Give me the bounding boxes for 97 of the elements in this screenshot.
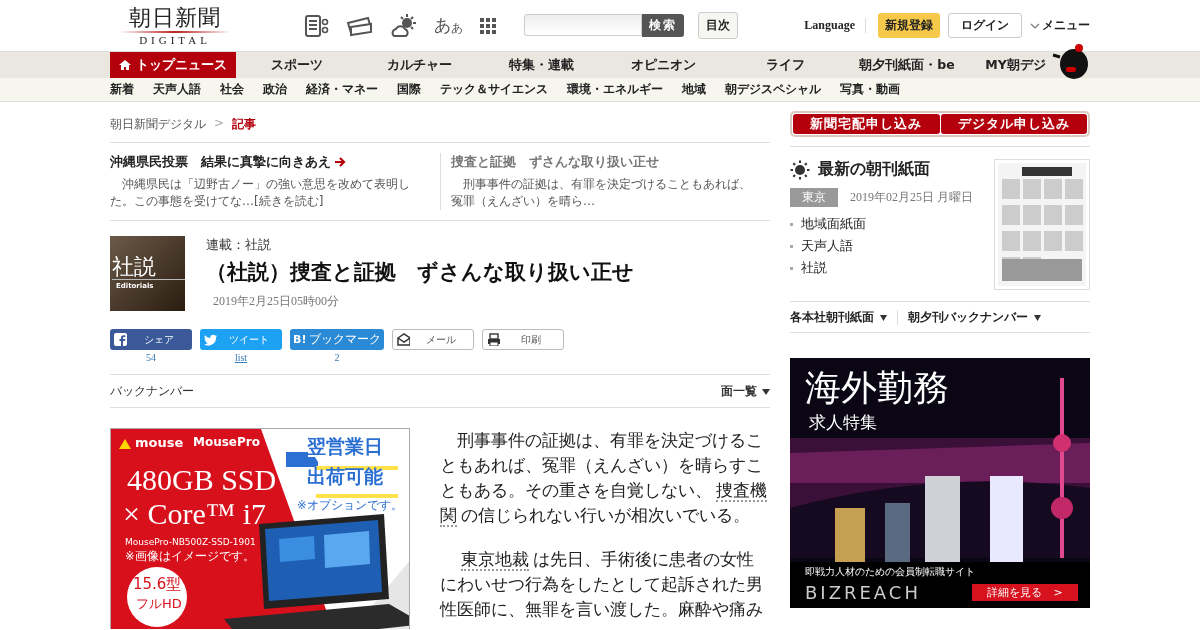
nav-tab[interactable]: カルチャー <box>358 52 480 78</box>
share-button[interactable]: B! ブックマーク <box>290 329 384 350</box>
subnav-link[interactable]: 社会 <box>220 81 244 98</box>
subnav-link[interactable]: 地域 <box>682 81 706 98</box>
paper-date: 2019年02月25日 月曜日 <box>850 189 973 206</box>
search-field[interactable] <box>524 14 642 36</box>
subnav-link[interactable]: 経済・マネー <box>306 81 378 98</box>
menu-button[interactable]: メニュー <box>1030 17 1090 34</box>
subnav-link[interactable]: 朝デジスペシャル <box>725 81 821 98</box>
series-label: 連載：社説 <box>206 236 272 254</box>
breadcrumb-separator: > <box>214 116 225 132</box>
paper-link[interactable]: 社説 <box>801 257 827 279</box>
related-article-title[interactable]: 捜査と証拠 ずさんな取り扱い正せ <box>451 153 760 171</box>
bullet-icon <box>790 266 793 270</box>
chevron-down-icon <box>1030 21 1040 30</box>
bird-icon <box>204 333 217 346</box>
term-link[interactable]: 関 <box>440 506 457 527</box>
triangle-down-icon <box>1034 314 1041 321</box>
article-date: 2019年2月25日05時00分 <box>212 293 340 310</box>
font-size-icon[interactable]: ああ <box>434 14 462 37</box>
subscribe-button[interactable]: デジタル申し込み <box>940 114 1087 134</box>
subnav-link[interactable]: 写真・動画 <box>840 81 900 98</box>
paper-link[interactable]: 地域面紙面 <box>801 213 866 235</box>
ad-headline: 翌営業日 <box>307 434 383 459</box>
page-list-toggle[interactable]: 面一覧 <box>721 383 770 400</box>
ad-brand: MousePro <box>193 435 260 449</box>
news-list-icon[interactable] <box>304 13 330 38</box>
advertisement[interactable]: mouse MousePro 翌営業日 出荷可能 ※オプションです。 480GB SSD × Core™ i7 MousePro-NB500Z-SSD-1901 ※画像はイメージです。 15.6型 フルHD <box>110 428 410 629</box>
ad-brand: mouse <box>135 435 184 450</box>
nav-tab[interactable]: スポーツ <box>236 52 358 78</box>
nav-tab[interactable]: ライフ <box>724 52 846 78</box>
ad-note: ※画像はイメージです。 <box>125 549 255 564</box>
printer-icon <box>487 333 500 346</box>
bullet-icon <box>790 222 793 226</box>
sun-icon <box>790 159 810 180</box>
subscribe-button[interactable]: 新聞宅配申し込み <box>793 114 940 134</box>
breadcrumb-current: 記事 <box>232 116 257 133</box>
ad-headline: 480GB SSD <box>127 463 277 497</box>
arrow-right-icon <box>334 156 346 168</box>
share-button[interactable]: シェア <box>110 329 192 350</box>
edition-label: 東京 <box>790 188 838 207</box>
index-button[interactable]: 目次 <box>698 12 738 39</box>
triangle-down-icon <box>880 314 887 321</box>
share-count: 54 <box>146 352 156 364</box>
subnav-link[interactable]: 天声人語 <box>153 81 201 98</box>
term-link[interactable]: 捜査機 <box>716 481 767 502</box>
search-button[interactable]: 検索 <box>642 14 684 37</box>
mascot-icon <box>1052 43 1090 79</box>
share-button[interactable]: メール <box>392 329 474 350</box>
subnav-link[interactable]: 国際 <box>397 81 421 98</box>
breadcrumb-link[interactable]: 朝日新聞デジタル <box>110 116 206 133</box>
section-title: 最新の朝刊紙面 <box>818 159 930 180</box>
ad-headline: 出荷可能 <box>307 464 383 489</box>
article-paragraph: 刑事事件の証拠は、有罪を決定づけることもあれば、冤罪（えんざい）を晴らすこともある。その重さを自覚しない、 捜査機 関 の信じられない行いが相次いでいる。 <box>440 430 768 528</box>
subnav-link[interactable]: 政治 <box>263 81 287 98</box>
ad-logo: BIZREACH <box>805 582 921 603</box>
related-article-summary: 刑事事件の証拠は、有罪を決定づけることもあれば、冤罪（えんざい）を晴ら… <box>451 176 752 210</box>
dropdown-button[interactable]: 朝夕刊バックナンバー <box>897 310 1041 325</box>
nav-tab[interactable]: 朝夕刊紙面・be <box>846 52 968 78</box>
share-count-link[interactable]: list <box>234 352 248 364</box>
ad-screen-size: 15.6型 <box>133 575 182 594</box>
nav-tab[interactable]: MY朝デジ <box>968 52 1063 78</box>
subnav-link[interactable]: テック＆サイエンス <box>440 81 548 98</box>
related-article-title[interactable]: 沖縄県民投票 結果に真摯に向きあえ <box>110 153 430 171</box>
article-paragraph: 東京地裁 は先日、手術後に患者の女性にわいせつ行為をしたとして起訴された男性医師に、無罪を言い渡した。麻酔や痛み <box>440 549 764 621</box>
ad-model: MousePro-NB500Z-SSD-1901 <box>125 537 256 547</box>
subnav-link[interactable]: 環境・エネルギー <box>567 81 663 98</box>
article-title: （社説）捜査と証拠 ずさんな取り扱い正せ <box>206 259 634 286</box>
share-count: 2 <box>334 352 340 364</box>
facebook-icon <box>114 333 127 346</box>
ad-headline: 海外勤務 <box>805 366 949 410</box>
bullet-icon <box>790 244 793 248</box>
subnav-link[interactable]: 新着 <box>110 81 134 98</box>
mail-icon <box>397 333 410 346</box>
triangle-down-icon <box>762 388 770 395</box>
login-button[interactable]: ログイン <box>948 13 1022 38</box>
nav-tab[interactable]: オピニオン <box>602 52 724 78</box>
ad-tagline: 即戦力人材のための会員制転職サイト <box>805 565 975 579</box>
nav-tab[interactable]: 特集・連載 <box>480 52 602 78</box>
language-link[interactable]: Language <box>804 18 866 33</box>
nav-tab[interactable]: トップニュース <box>110 52 236 78</box>
share-button[interactable]: 印刷 <box>482 329 564 350</box>
register-button[interactable]: 新規登録 <box>878 13 940 38</box>
advertisement[interactable]: 海外勤務 求人特集 即戦力人材のための会員制転職サイト BIZREACH 詳細を見る > <box>790 358 1090 608</box>
site-logo[interactable]: 朝日新聞 DIGITAL <box>116 5 234 46</box>
ad-headline: × Core™ i7 <box>123 497 266 531</box>
apps-grid-icon[interactable] <box>478 15 498 36</box>
weather-icon[interactable] <box>390 12 418 39</box>
ad-screen-size: フルHD <box>136 595 182 613</box>
paper-link[interactable]: 天声人語 <box>801 235 853 257</box>
ad-button[interactable]: 詳細を見る > <box>972 584 1078 601</box>
related-article-summary: 沖縄県民は「辺野古ノー」の強い意思を改めて表明した。この事態を受けてな…[続きを読む] <box>110 176 411 210</box>
home-icon <box>119 59 131 71</box>
dropdown-button[interactable]: 各本社朝刊紙面 <box>790 310 887 325</box>
ad-subheadline: 求人特集 <box>809 411 877 434</box>
backnumber-label: バックナンバー <box>110 383 194 400</box>
term-link[interactable]: 東京地裁 <box>460 550 529 571</box>
